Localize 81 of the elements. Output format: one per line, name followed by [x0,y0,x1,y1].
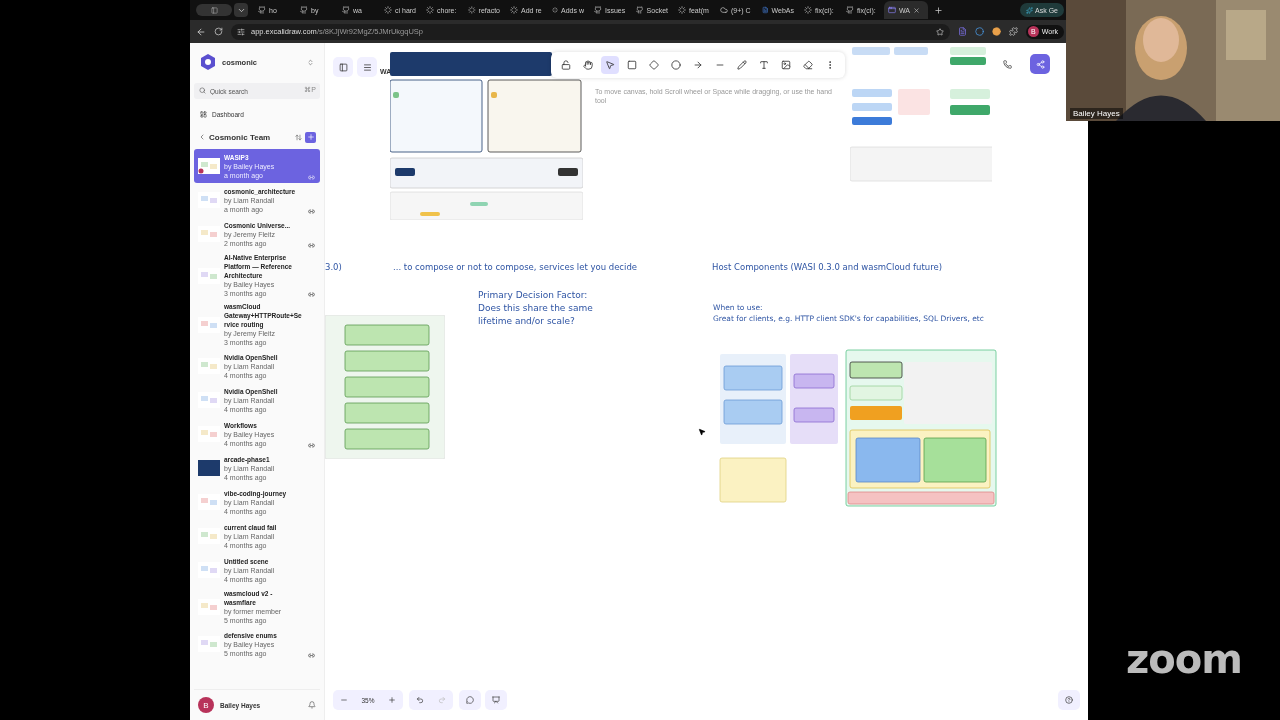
new-tab-button[interactable] [934,5,943,15]
pointer-tool[interactable] [601,56,619,74]
plus-icon [934,5,943,15]
status-icon [426,6,434,14]
add-button[interactable] [305,131,316,143]
user-avatar[interactable]: B [198,697,214,713]
canvas-heading: 3.0) [325,262,342,273]
close-icon [913,6,921,14]
reload-icon [214,27,223,36]
team-name: Cosmonic Team [209,132,272,142]
document-icon [762,6,769,14]
back-button[interactable] [198,133,206,141]
undo-icon [416,696,424,704]
window-button[interactable] [196,4,232,16]
notifications-button[interactable] [308,701,316,709]
status-icon [384,6,392,14]
logo-icon [200,54,216,70]
github-icon [258,6,266,14]
back-button[interactable] [196,26,206,37]
search-icon [199,87,206,94]
plus-icon [388,696,396,704]
sort-button[interactable] [295,133,302,141]
eraser-icon [803,60,813,70]
tab-search-button[interactable] [234,3,248,17]
help-icon [1065,696,1073,704]
pencil-icon [737,60,747,70]
plus-icon [306,133,315,141]
reload-button[interactable] [214,27,223,36]
extensions-icon [1008,27,1018,36]
thumbnail-drawing [198,158,220,174]
circle-icon [671,60,681,70]
text-icon [759,60,769,70]
hand-icon [583,60,593,70]
rectangle-icon [627,60,637,70]
status-icon [678,6,686,14]
dashboard-icon [200,110,207,118]
panel-icon [210,6,218,14]
switcher-button[interactable] [307,58,314,66]
updown-icon [307,58,314,66]
github-icon [636,6,644,14]
sort-icon [295,133,302,141]
menu-icon [362,62,372,72]
status-icon [552,6,559,14]
menu-button[interactable] [357,57,377,77]
presentation-icon [492,696,500,704]
status-icon [468,6,476,14]
cursor-icon [698,428,706,436]
library-button[interactable] [333,57,353,77]
github-icon [342,6,350,14]
pointer-icon [605,60,615,70]
image-icon [781,60,791,70]
share-icon [1035,59,1045,69]
sparkle-icon [1026,6,1034,14]
github-icon [594,6,602,14]
redo-icon [438,696,446,704]
participant-name: Bailey Hayes [1070,108,1123,119]
bookmark-icon [935,27,944,36]
arrow-icon [693,60,703,70]
panel-icon [338,62,348,72]
thumbnail-drawing [198,460,220,476]
canvas-heading: Host Components (WASI 0.3.0 and wasmCloud future) [712,262,943,273]
brand-watermark: zoom [1126,636,1242,682]
github-icon [846,6,854,14]
lock-icon [561,60,571,70]
status-icon [510,6,518,14]
extension-icon [957,27,967,36]
canvas-text: Primary Decision Factor: Does this share the same lifetime and/or scale? [478,289,593,328]
comment-icon [466,696,474,704]
bell-icon [308,701,316,709]
status-icon [804,6,812,14]
chevron-icon [198,133,206,141]
github-icon [300,6,308,14]
cloud-icon [720,6,728,14]
app-icon [888,6,896,14]
minus-icon [340,696,348,704]
site-settings-icon [237,27,245,36]
diamond-icon [649,60,659,70]
canvas-heading: ... to compose or not to compose, services let you decide [393,262,638,273]
phone-icon [1002,59,1012,69]
back-icon [196,26,206,37]
share-button[interactable] [1030,54,1050,74]
